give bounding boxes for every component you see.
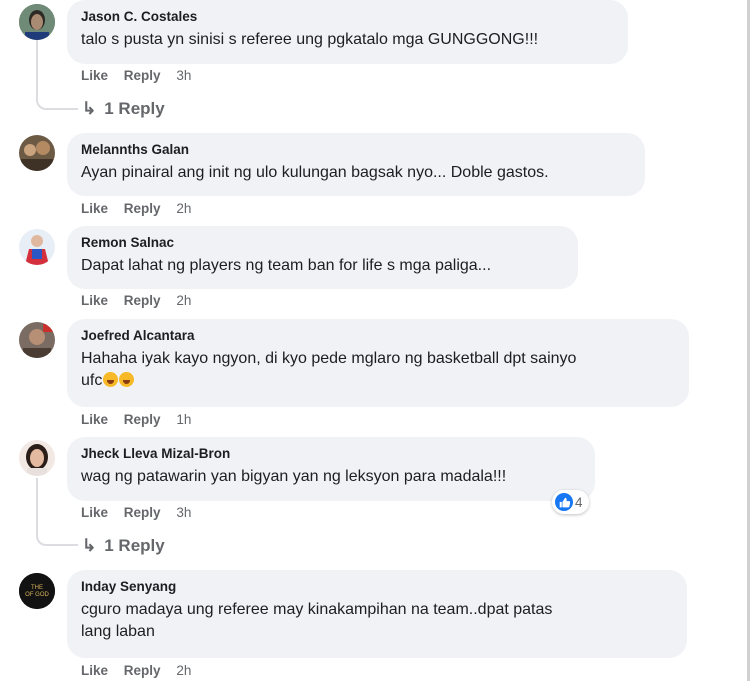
view-replies-link[interactable]: ↳ 1 Reply xyxy=(82,536,165,556)
reaction-count: 4 xyxy=(575,494,583,510)
comment-text-tail: ufc xyxy=(81,372,103,389)
comment-bubble[interactable]: Joefred Alcantara Hahaha iyak kayo ngyon… xyxy=(67,319,689,407)
laughing-emoji-icon xyxy=(119,372,135,387)
svg-text:OF GOD: OF GOD xyxy=(25,592,49,598)
reply-arrow-icon: ↳ xyxy=(82,99,97,118)
reply-button[interactable]: Reply xyxy=(124,68,161,83)
reply-arrow-icon: ↳ xyxy=(82,536,97,555)
comment-timestamp[interactable]: 3h xyxy=(176,505,191,520)
avatar[interactable] xyxy=(19,135,55,171)
avatar-image xyxy=(19,4,55,40)
avatar[interactable] xyxy=(19,440,55,476)
comment-bubble[interactable]: Remon Salnac Dapat lahat ng players ng t… xyxy=(67,226,578,289)
comment-actions: Like Reply 1h xyxy=(81,412,203,428)
avatar-image xyxy=(19,440,55,476)
like-button[interactable]: Like xyxy=(81,293,108,308)
comment-actions: Like Reply 3h xyxy=(81,505,203,521)
avatar-image xyxy=(19,229,55,265)
comment-actions: Like Reply 2h xyxy=(81,293,203,309)
comment-author[interactable]: Inday Senyang xyxy=(81,578,673,595)
like-button[interactable]: Like xyxy=(81,663,108,678)
avatar[interactable] xyxy=(19,322,55,358)
comment-actions: Like Reply 3h xyxy=(81,68,203,84)
comment-text-line: cguro madaya ung referee may kinakampiha… xyxy=(81,601,553,618)
replies-count: 1 Reply xyxy=(104,536,165,555)
like-button[interactable]: Like xyxy=(81,68,108,83)
comment-author[interactable]: Jason C. Costales xyxy=(81,8,614,25)
avatar[interactable] xyxy=(19,4,55,40)
comment-text-line: Hahaha iyak kayo ngyon, di kyo pede mgla… xyxy=(81,350,577,367)
like-button[interactable]: Like xyxy=(81,505,108,520)
like-button[interactable]: Like xyxy=(81,412,108,427)
comment-actions: Like Reply 2h xyxy=(81,663,203,679)
comment-text-line: lang laban xyxy=(81,623,155,640)
avatar[interactable]: THE OF GOD xyxy=(19,573,55,609)
reply-button[interactable]: Reply xyxy=(124,663,161,678)
reply-button[interactable]: Reply xyxy=(124,412,161,427)
comment-bubble[interactable]: Inday Senyang cguro madaya ung referee m… xyxy=(67,570,687,658)
reply-button[interactable]: Reply xyxy=(124,505,161,520)
reply-button[interactable]: Reply xyxy=(124,293,161,308)
reply-button[interactable]: Reply xyxy=(124,201,161,216)
comment-timestamp[interactable]: 1h xyxy=(176,412,191,427)
comment-bubble[interactable]: Jason C. Costales talo s pusta yn sinisi… xyxy=(67,0,628,64)
comment-text-line: ufc xyxy=(81,370,675,392)
comment-author[interactable]: Remon Salnac xyxy=(81,234,564,251)
avatar-image: THE OF GOD xyxy=(19,573,55,609)
comment-actions: Like Reply 2h xyxy=(81,201,203,217)
comment-text: Dapat lahat ng players ng team ban for l… xyxy=(81,257,492,274)
comment-text: Ayan pinairal ang init ng ulo kulungan b… xyxy=(81,164,549,181)
comment-timestamp[interactable]: 2h xyxy=(176,293,191,308)
thread-line xyxy=(36,40,78,110)
laughing-emoji-icon xyxy=(103,372,119,387)
comment-author[interactable]: Melannths Galan xyxy=(81,141,631,158)
avatar[interactable] xyxy=(19,229,55,265)
comment-text: wag ng patawarin yan bigyan yan ng leksy… xyxy=(81,468,507,485)
replies-count: 1 Reply xyxy=(104,99,165,118)
comment-bubble[interactable]: Melannths Galan Ayan pinairal ang init n… xyxy=(67,133,645,196)
comment-text: talo s pusta yn sinisi s referee ung pgk… xyxy=(81,31,539,48)
thread-line xyxy=(36,478,78,546)
like-reaction-icon xyxy=(555,493,573,511)
comment-timestamp[interactable]: 2h xyxy=(176,201,191,216)
comment-timestamp[interactable]: 2h xyxy=(176,663,191,678)
comment-timestamp[interactable]: 3h xyxy=(176,68,191,83)
comment-text: Hahaha iyak kayo ngyon, di kyo pede mgla… xyxy=(81,348,675,392)
comment-author[interactable]: Joefred Alcantara xyxy=(81,327,675,344)
avatar-image xyxy=(19,322,55,358)
comment-bubble[interactable]: Jheck Lleva Mizal-Bron wag ng patawarin … xyxy=(67,437,595,501)
avatar-image xyxy=(19,135,55,171)
like-button[interactable]: Like xyxy=(81,201,108,216)
view-replies-link[interactable]: ↳ 1 Reply xyxy=(82,99,165,119)
reaction-summary[interactable]: 4 xyxy=(552,490,589,514)
svg-text:THE: THE xyxy=(31,585,43,591)
comment-author[interactable]: Jheck Lleva Mizal-Bron xyxy=(81,445,581,462)
comment-text: cguro madaya ung referee may kinakampiha… xyxy=(81,599,673,643)
